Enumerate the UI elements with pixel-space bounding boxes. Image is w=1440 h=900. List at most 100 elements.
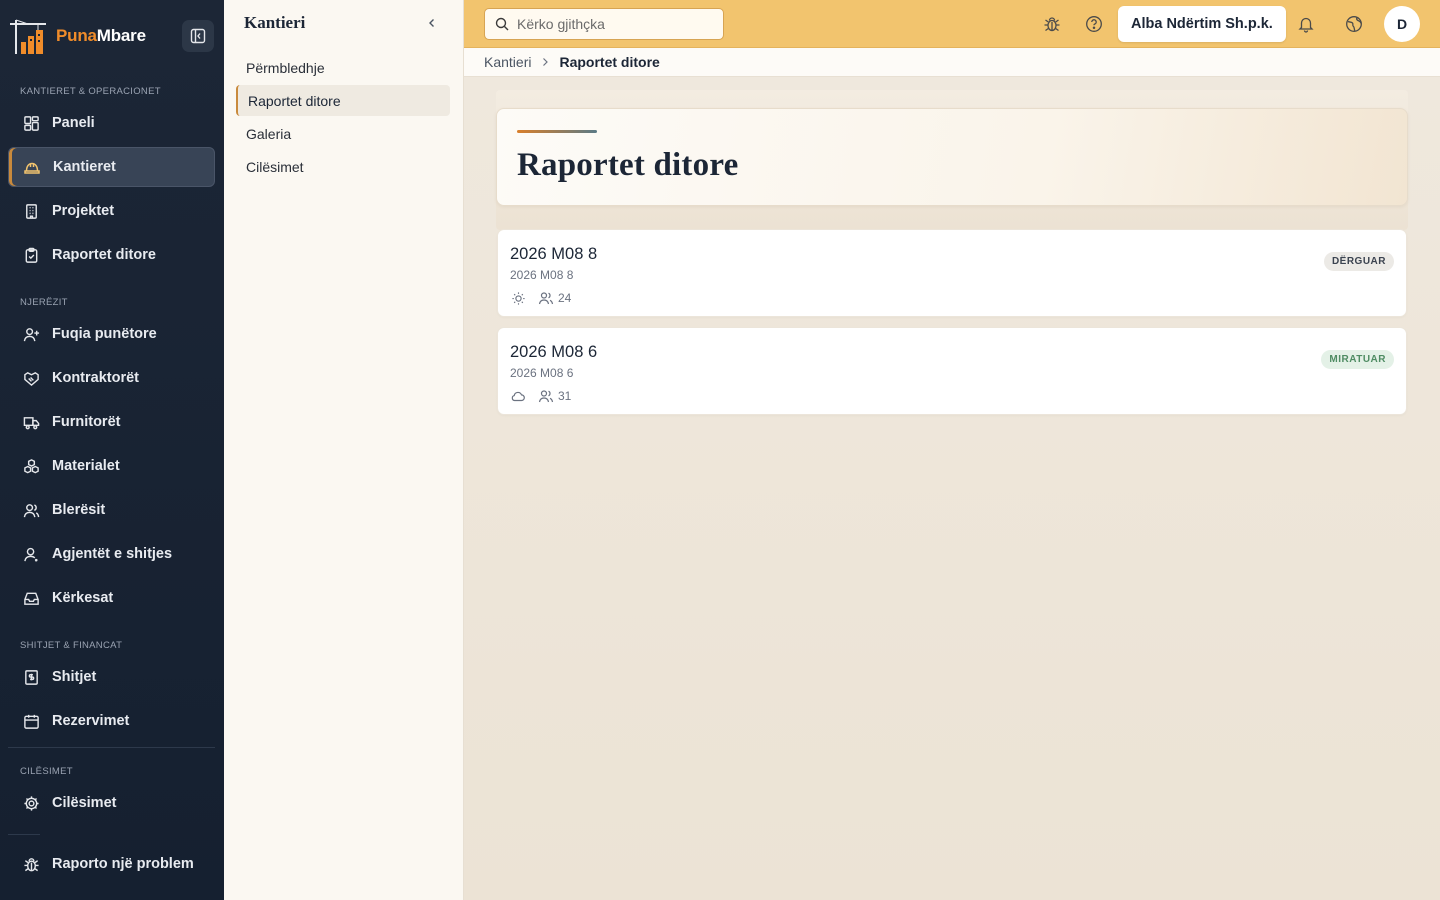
brand-name-part1: Puna xyxy=(56,26,97,45)
search-box[interactable] xyxy=(484,8,724,40)
report-card[interactable]: 2026 M08 8 2026 M08 8 24 DËRGUAR xyxy=(497,229,1407,317)
top-bar: Alba Ndërtim Sh.p.k. D xyxy=(464,0,1440,48)
users-icon xyxy=(538,388,554,404)
section-label-people: NJERËZIT xyxy=(20,297,68,308)
report-title: 2026 M08 6 xyxy=(510,343,598,361)
report-title: 2026 M08 8 xyxy=(510,245,598,263)
chevron-left-icon xyxy=(429,19,434,27)
sidebar-divider xyxy=(8,834,40,835)
users-icon xyxy=(22,501,40,519)
sidebar-item-kantieret[interactable]: Kantieret xyxy=(8,147,215,187)
clipboard-check-icon xyxy=(22,246,40,264)
sidebar-item-label: Rezervimet xyxy=(52,713,130,729)
search-icon xyxy=(495,17,509,31)
notifications-button[interactable] xyxy=(1294,12,1318,36)
sidebar-item-label: Materialet xyxy=(52,458,120,474)
subnav-item-cilesimet[interactable]: Cilësimet xyxy=(236,151,450,182)
users-icon xyxy=(538,290,554,306)
language-button[interactable] xyxy=(1342,12,1366,36)
sidebar-item-label: Raportet ditore xyxy=(52,247,156,263)
sidebar-item-shitjet[interactable]: Shitjet xyxy=(8,657,215,697)
section-label-operations: KANTIERET & OPERACIONET xyxy=(20,86,161,97)
brand-name-part2: Mbare xyxy=(96,26,146,45)
sidebar-item-rezervimet[interactable]: Rezervimet xyxy=(8,701,215,741)
sun-icon xyxy=(510,290,526,306)
subnav-title: Kantieri xyxy=(244,13,306,32)
page-header-card: Raportet ditore xyxy=(496,108,1408,206)
sidebar-item-materialet[interactable]: Materialet xyxy=(8,446,215,486)
sidebar-item-label: Kontraktorët xyxy=(52,370,140,386)
receipt-icon xyxy=(22,668,40,686)
user-icon xyxy=(22,545,40,563)
report-date: 2026 M08 6 xyxy=(510,366,574,380)
globe-icon xyxy=(1346,16,1362,32)
sidebar-item-kerkesat[interactable]: Kërkesat xyxy=(8,578,215,618)
search-input[interactable] xyxy=(517,16,707,32)
worker-count: 24 xyxy=(558,291,572,305)
help-circle-icon xyxy=(1086,16,1102,32)
sidebar-item-kontraktoret[interactable]: Kontraktorët xyxy=(8,358,215,398)
sidebar-item-label: Kërkesat xyxy=(52,590,114,606)
bug-icon xyxy=(22,855,40,873)
sidebar-item-label: Kantieret xyxy=(53,159,116,175)
report-problem-label: Raporto një problem xyxy=(52,856,194,872)
bug-icon xyxy=(1044,17,1060,32)
sidebar-item-label: Paneli xyxy=(52,115,95,131)
building-icon xyxy=(22,202,40,220)
collapse-sidebar-button[interactable] xyxy=(182,20,214,52)
help-button[interactable] xyxy=(1082,12,1106,36)
status-badge: MIRATUAR xyxy=(1321,350,1394,369)
worker-count: 31 xyxy=(558,389,572,403)
subnav-item-raportet-ditore[interactable]: Raportet ditore xyxy=(236,85,450,116)
sidebar-item-label: Projektet xyxy=(52,203,115,219)
report-meta: 24 xyxy=(510,290,571,306)
sidebar-item-bleresit[interactable]: Blerësit xyxy=(8,490,215,530)
user-avatar[interactable]: D xyxy=(1384,6,1420,42)
boxes-icon xyxy=(22,457,40,475)
sidebar-divider xyxy=(8,747,215,748)
collapse-subnav-button[interactable] xyxy=(424,15,440,31)
report-date: 2026 M08 8 xyxy=(510,268,574,282)
sidebar-item-label: Cilësimet xyxy=(52,795,117,811)
sidebar-item-label: Furnitorët xyxy=(52,414,121,430)
dashboard-icon xyxy=(22,114,40,132)
title-accent-bar xyxy=(517,130,597,133)
sidebar-item-raportet-ditore[interactable]: Raportet ditore xyxy=(8,235,215,275)
subnav-item-permbledhje[interactable]: Përmbledhje xyxy=(236,52,450,83)
cloud-icon xyxy=(510,388,526,404)
report-meta: 31 xyxy=(510,388,571,404)
bell-icon xyxy=(1298,17,1314,33)
gear-icon xyxy=(22,794,40,812)
calendar-icon xyxy=(22,712,40,730)
report-bug-button[interactable] xyxy=(1040,12,1064,36)
hard-hat-icon xyxy=(23,158,41,176)
main-sidebar: PunaMbare KANTIERET & OPERACIONET Paneli… xyxy=(0,0,224,900)
section-label-sales: SHITJET & FINANCAT xyxy=(20,640,123,651)
inbox-icon xyxy=(22,589,40,607)
subnav-item-galeria[interactable]: Galeria xyxy=(236,118,450,149)
truck-icon xyxy=(22,413,40,431)
sidebar-item-label: Agjentët e shitjes xyxy=(52,546,173,562)
breadcrumb-parent-link[interactable]: Kantieri xyxy=(484,54,531,70)
sidebar-item-agjentet-e-shitjes[interactable]: Agjentët e shitjes xyxy=(8,534,215,574)
chevron-right-icon xyxy=(540,57,550,67)
sidebar-item-label: Blerësit xyxy=(52,502,106,518)
brand-logo[interactable]: PunaMbare xyxy=(8,16,146,56)
sidebar-item-furnitoret[interactable]: Furnitorët xyxy=(8,402,215,442)
sidebar-item-cilesimet[interactable]: Cilësimet xyxy=(8,783,215,823)
handshake-icon xyxy=(22,369,40,387)
breadcrumb: Kantieri Raportet ditore xyxy=(464,48,1440,77)
sidebar-item-label: Shitjet xyxy=(52,669,97,685)
sidebar-item-paneli[interactable]: Paneli xyxy=(8,103,215,143)
page-title: Raportet ditore xyxy=(517,147,739,183)
sidebar-item-projektet[interactable]: Projektet xyxy=(8,191,215,231)
main-content: Raportet ditore 2026 M08 8 2026 M08 8 24… xyxy=(464,77,1440,900)
sidebar-item-label: Fuqia punëtore xyxy=(52,326,157,342)
crane-logo-icon xyxy=(8,16,52,56)
sidebar-item-fuqia-punetore[interactable]: Fuqia punëtore xyxy=(8,314,215,354)
site-subnav: Kantieri Përmbledhje Raportet ditore Gal… xyxy=(224,0,464,900)
status-badge: DËRGUAR xyxy=(1323,252,1394,271)
report-card[interactable]: 2026 M08 6 2026 M08 6 31 MIRATUAR xyxy=(497,327,1407,415)
report-problem-button[interactable]: Raporto një problem xyxy=(8,844,215,884)
company-switcher-button[interactable]: Alba Ndërtim Sh.p.k. xyxy=(1118,6,1286,42)
